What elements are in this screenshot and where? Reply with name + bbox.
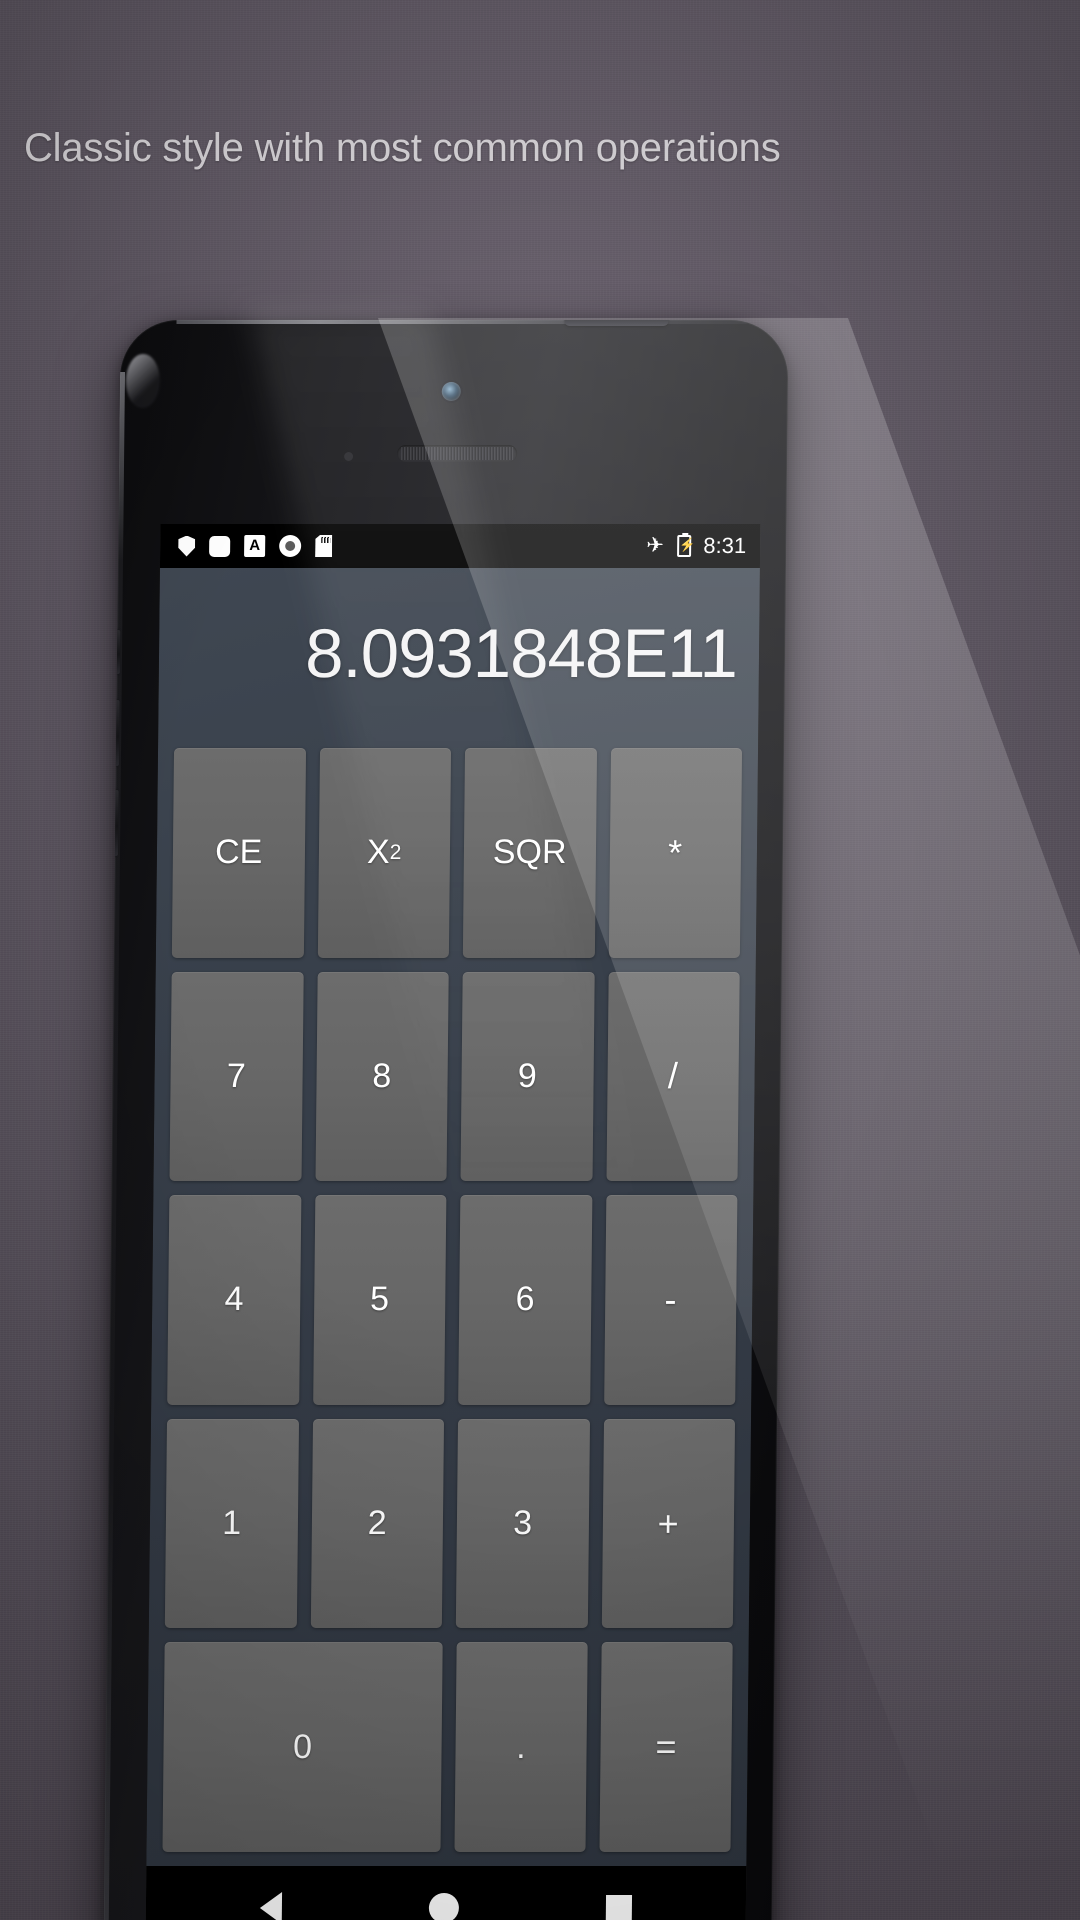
android-nav-bar bbox=[145, 1866, 747, 1920]
status-bar-left-icons: A bbox=[178, 535, 332, 557]
battery-charging-icon bbox=[677, 535, 692, 557]
front-camera bbox=[441, 382, 461, 401]
mute-switch[interactable] bbox=[108, 630, 121, 674]
key-9[interactable]: 9 bbox=[460, 971, 595, 1182]
key-8[interactable]: 8 bbox=[315, 971, 449, 1182]
status-bar-clock: 8:31 bbox=[703, 533, 747, 558]
key-6[interactable]: 6 bbox=[458, 1195, 592, 1405]
proximity-sensor bbox=[344, 452, 354, 461]
calculator-display: 8.0931848E11 bbox=[160, 568, 758, 748]
calculator-keypad: CE X2 SQR * 7 8 9 / 4 5 6 - 1 2 3 + 0 . … bbox=[148, 748, 756, 1866]
key-subtract[interactable]: - bbox=[603, 1195, 738, 1405]
keypad-row-1: CE X2 SQR * bbox=[171, 748, 743, 958]
key-clear-entry[interactable]: CE bbox=[171, 748, 306, 958]
power-button[interactable] bbox=[564, 320, 669, 326]
status-bar: A 8:31 bbox=[159, 524, 761, 568]
keypad-row-4: 1 2 3 + bbox=[164, 1418, 736, 1629]
nav-home-button[interactable] bbox=[428, 1893, 460, 1920]
key-square-exponent: 2 bbox=[389, 840, 402, 864]
display-value: 8.0931848E11 bbox=[304, 614, 738, 692]
key-decimal-point[interactable]: . bbox=[454, 1642, 588, 1852]
shield-icon bbox=[178, 536, 195, 557]
airplane-mode-icon bbox=[646, 535, 668, 557]
key-square-base: X bbox=[366, 833, 390, 872]
volume-down-button[interactable] bbox=[106, 790, 119, 856]
earpiece-speaker bbox=[397, 445, 518, 462]
key-multiply[interactable]: * bbox=[608, 748, 743, 958]
target-circle-icon bbox=[279, 535, 302, 557]
phone-rim-corner bbox=[125, 354, 161, 408]
volume-up-button[interactable] bbox=[107, 700, 120, 766]
sd-card-icon bbox=[315, 535, 332, 557]
nav-back-button[interactable] bbox=[259, 1892, 282, 1920]
key-1[interactable]: 1 bbox=[164, 1418, 299, 1629]
key-5[interactable]: 5 bbox=[312, 1195, 447, 1405]
key-square[interactable]: X2 bbox=[317, 748, 452, 958]
status-bar-right-icons: 8:31 bbox=[646, 533, 746, 559]
key-square-root[interactable]: SQR bbox=[462, 748, 597, 958]
font-size-a-icon: A bbox=[244, 535, 266, 557]
key-4[interactable]: 4 bbox=[167, 1195, 301, 1405]
keypad-row-3: 4 5 6 - bbox=[167, 1195, 738, 1405]
key-3[interactable]: 3 bbox=[455, 1418, 590, 1629]
phone-device: A 8:31 8.0931848E11 CE bbox=[100, 310, 1080, 1920]
rounded-square-icon bbox=[209, 535, 231, 557]
promo-headline: Classic style with most common operation… bbox=[24, 126, 781, 170]
phone-screen: A 8:31 8.0931848E11 CE bbox=[145, 524, 761, 1920]
keypad-row-2: 7 8 9 / bbox=[169, 971, 740, 1182]
key-0[interactable]: 0 bbox=[162, 1642, 443, 1852]
key-7[interactable]: 7 bbox=[169, 971, 304, 1182]
key-equals[interactable]: = bbox=[599, 1642, 733, 1852]
key-divide[interactable]: / bbox=[606, 971, 740, 1182]
nav-recents-button[interactable] bbox=[606, 1895, 633, 1920]
key-add[interactable]: + bbox=[601, 1418, 736, 1629]
keypad-row-5: 0 . = bbox=[162, 1642, 733, 1852]
calculator-app: 8.0931848E11 CE X2 SQR * 7 8 9 / 4 5 6 -… bbox=[146, 568, 760, 1866]
phone-rim-left bbox=[103, 372, 125, 1920]
phone-chassis: A 8:31 8.0931848E11 CE bbox=[103, 320, 789, 1920]
key-2[interactable]: 2 bbox=[310, 1418, 445, 1629]
